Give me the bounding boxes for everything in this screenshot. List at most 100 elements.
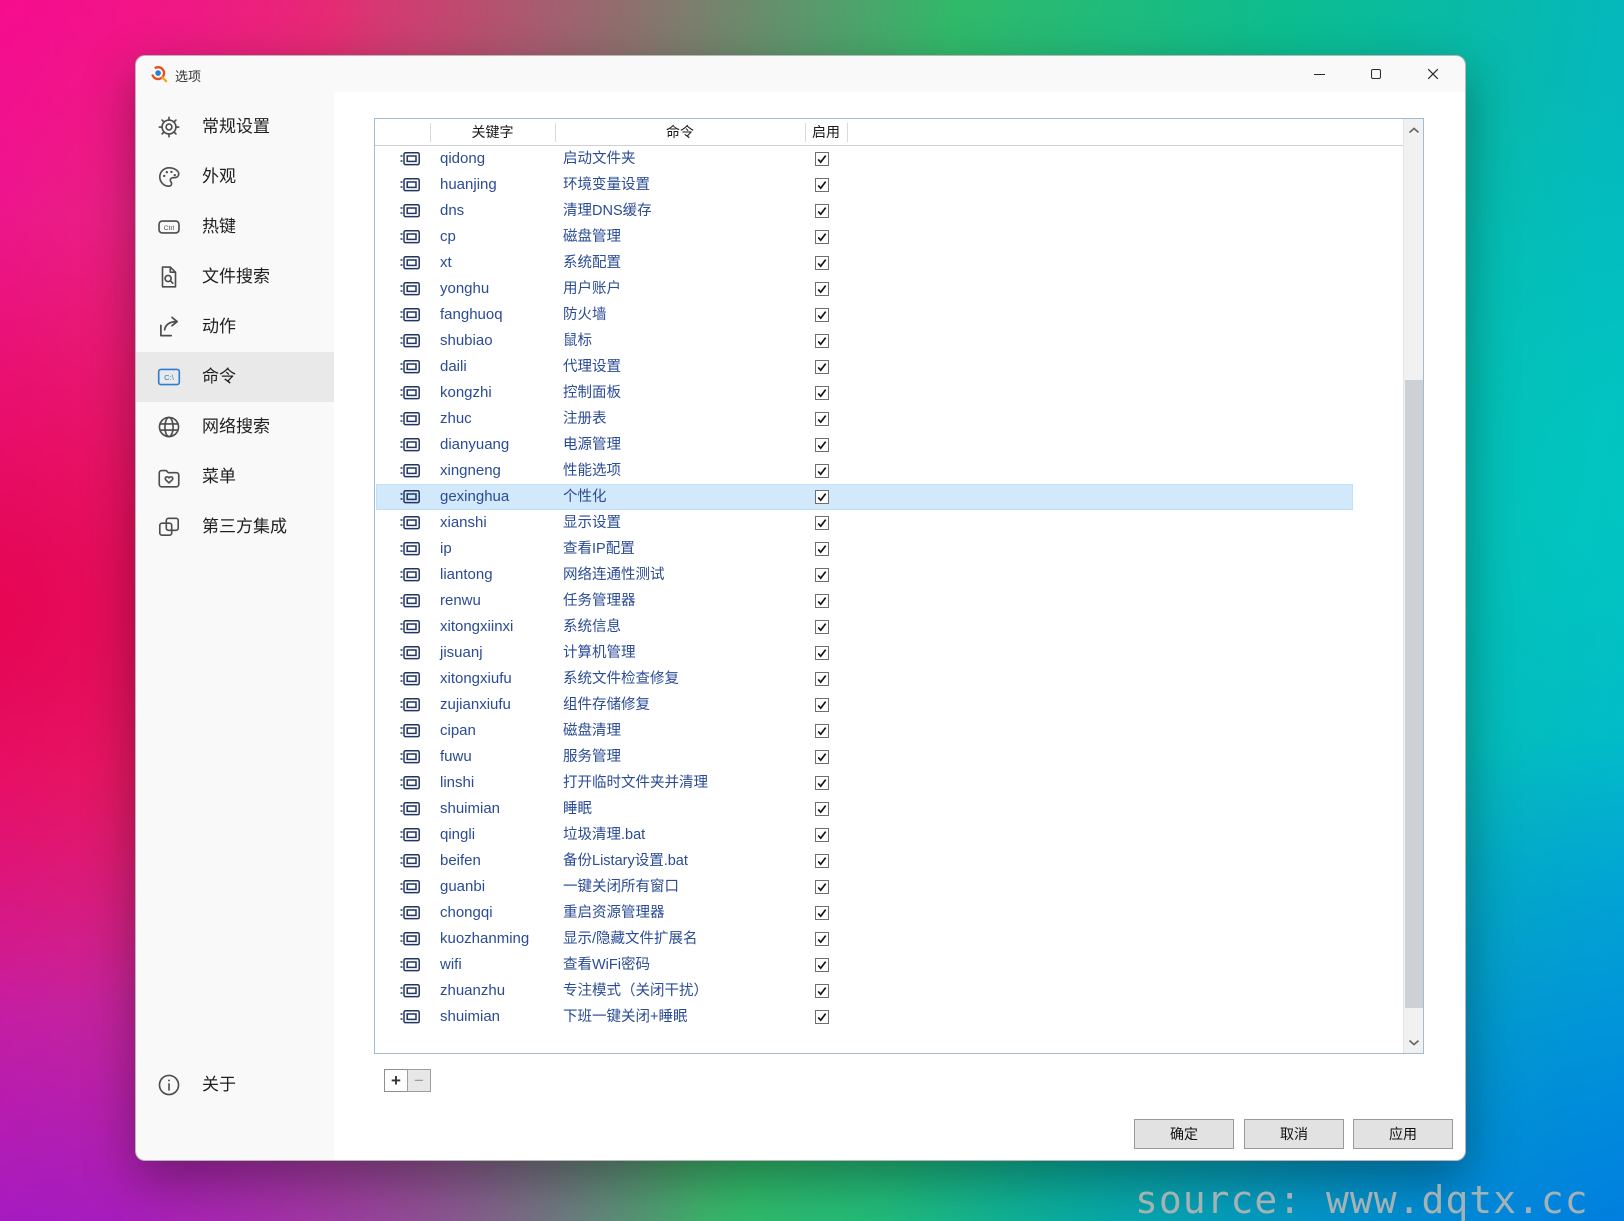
table-row[interactable]: dns 清理DNS缓存: [376, 198, 1353, 224]
sidebar-item-actions[interactable]: 动作: [136, 302, 334, 352]
row-enabled-checkbox[interactable]: [815, 256, 829, 270]
row-enabled-checkbox[interactable]: [815, 178, 829, 192]
table-row[interactable]: chongqi 重启资源管理器: [376, 900, 1353, 926]
row-enabled-checkbox[interactable]: [815, 646, 829, 660]
table-row[interactable]: xianshi 显示设置: [376, 510, 1353, 536]
table-row[interactable]: shuimian 下班一键关闭+睡眠: [376, 1004, 1353, 1030]
table-row[interactable]: gexinghua 个性化: [376, 484, 1353, 510]
row-enabled-checkbox[interactable]: [815, 334, 829, 348]
row-enabled-checkbox[interactable]: [815, 490, 829, 504]
table-row[interactable]: yonghu 用户账户: [376, 276, 1353, 302]
table-row[interactable]: linshi 打开临时文件夹并清理: [376, 770, 1353, 796]
row-enabled-checkbox[interactable]: [815, 620, 829, 634]
row-keyword: liantong: [440, 562, 493, 588]
table-row[interactable]: kuozhanming 显示/隐藏文件扩展名: [376, 926, 1353, 952]
row-enabled-checkbox[interactable]: [815, 724, 829, 738]
row-enabled-checkbox[interactable]: [815, 750, 829, 764]
row-enabled-checkbox[interactable]: [815, 906, 829, 920]
remove-command-button[interactable]: −: [407, 1069, 431, 1092]
row-enabled-checkbox[interactable]: [815, 984, 829, 998]
row-enabled-checkbox[interactable]: [815, 282, 829, 296]
row-command: 一键关闭所有窗口: [563, 874, 679, 900]
table-row[interactable]: qingli 垃圾清理.bat: [376, 822, 1353, 848]
row-enabled-checkbox[interactable]: [815, 776, 829, 790]
table-row[interactable]: fanghuoq 防火墙: [376, 302, 1353, 328]
row-enabled-checkbox[interactable]: [815, 880, 829, 894]
row-enabled-checkbox[interactable]: [815, 1010, 829, 1024]
table-row[interactable]: qidong 启动文件夹: [376, 146, 1353, 172]
cancel-button[interactable]: 取消: [1244, 1119, 1344, 1149]
row-enabled-checkbox[interactable]: [815, 568, 829, 582]
vertical-scrollbar[interactable]: [1403, 119, 1423, 1053]
table-row[interactable]: fuwu 服务管理: [376, 744, 1353, 770]
row-enabled-checkbox[interactable]: [815, 412, 829, 426]
row-enabled-checkbox[interactable]: [815, 854, 829, 868]
row-enabled-checkbox[interactable]: [815, 932, 829, 946]
sidebar-item-hotkeys[interactable]: Ctrl 热键: [136, 202, 334, 252]
command-row-icon: [400, 853, 421, 869]
table-row[interactable]: renwu 任务管理器: [376, 588, 1353, 614]
table-row[interactable]: liantong 网络连通性测试: [376, 562, 1353, 588]
row-enabled-checkbox[interactable]: [815, 464, 829, 478]
row-enabled-checkbox[interactable]: [815, 672, 829, 686]
add-command-button[interactable]: +: [384, 1069, 408, 1092]
scroll-up-button[interactable]: [1404, 119, 1424, 141]
table-row[interactable]: daili 代理设置: [376, 354, 1353, 380]
row-enabled-checkbox[interactable]: [815, 152, 829, 166]
sidebar-item-web-search[interactable]: 网络搜索: [136, 402, 334, 452]
table-row[interactable]: ip 查看IP配置: [376, 536, 1353, 562]
table-row[interactable]: zhuc 注册表: [376, 406, 1353, 432]
titlebar[interactable]: 选项: [136, 56, 1465, 92]
row-enabled-checkbox[interactable]: [815, 204, 829, 218]
sidebar-item-file-search[interactable]: 文件搜索: [136, 252, 334, 302]
minimize-button[interactable]: [1296, 58, 1342, 90]
table-row[interactable]: dianyuang 电源管理: [376, 432, 1353, 458]
row-enabled-checkbox[interactable]: [815, 698, 829, 712]
scroll-down-button[interactable]: [1404, 1031, 1424, 1053]
table-row[interactable]: cipan 磁盘清理: [376, 718, 1353, 744]
table-row[interactable]: zhuanzhu 专注模式（关闭干扰）: [376, 978, 1353, 1004]
row-enabled-checkbox[interactable]: [815, 828, 829, 842]
table-row[interactable]: guanbi 一键关闭所有窗口: [376, 874, 1353, 900]
row-enabled-checkbox[interactable]: [815, 230, 829, 244]
row-enabled-checkbox[interactable]: [815, 516, 829, 530]
sidebar-item-third-party[interactable]: 第三方集成: [136, 502, 334, 552]
row-enabled-checkbox[interactable]: [815, 386, 829, 400]
row-enabled-checkbox[interactable]: [815, 438, 829, 452]
table-row[interactable]: jisuanj 计算机管理: [376, 640, 1353, 666]
checkmark-icon: [816, 205, 828, 217]
sidebar-item-about[interactable]: 关于: [136, 1060, 334, 1110]
table-row[interactable]: xitongxiinxi 系统信息: [376, 614, 1353, 640]
table-row[interactable]: xingneng 性能选项: [376, 458, 1353, 484]
row-enabled-checkbox[interactable]: [815, 958, 829, 972]
table-row[interactable]: xt 系统配置: [376, 250, 1353, 276]
table-row[interactable]: wifi 查看WiFi密码: [376, 952, 1353, 978]
row-enabled-checkbox[interactable]: [815, 308, 829, 322]
sidebar-item-commands[interactable]: C:\ 命令: [136, 352, 334, 402]
checkmark-icon: [816, 335, 828, 347]
row-enabled-checkbox[interactable]: [815, 802, 829, 816]
table-row[interactable]: zujianxiufu 组件存储修复: [376, 692, 1353, 718]
sidebar-item-general-settings[interactable]: 常规设置: [136, 102, 334, 152]
table-row[interactable]: cp 磁盘管理: [376, 224, 1353, 250]
command-row-icon: [400, 957, 421, 973]
table-row[interactable]: beifen 备份Listary设置.bat: [376, 848, 1353, 874]
close-button[interactable]: [1410, 58, 1456, 90]
table-row[interactable]: kongzhi 控制面板: [376, 380, 1353, 406]
maximize-button[interactable]: [1353, 58, 1399, 90]
window-title: 选项: [175, 66, 201, 85]
sidebar-item-menus[interactable]: 菜单: [136, 452, 334, 502]
table-row[interactable]: shuimian 睡眠: [376, 796, 1353, 822]
row-enabled-checkbox[interactable]: [815, 360, 829, 374]
row-enabled-checkbox[interactable]: [815, 594, 829, 608]
scrollbar-thumb[interactable]: [1405, 380, 1423, 1008]
table-row[interactable]: huanjing 环境变量设置: [376, 172, 1353, 198]
row-enabled-checkbox[interactable]: [815, 542, 829, 556]
ok-button[interactable]: 确定: [1134, 1119, 1234, 1149]
apply-button[interactable]: 应用: [1353, 1119, 1453, 1149]
row-command: 鼠标: [563, 328, 592, 354]
sidebar-item-appearance[interactable]: 外观: [136, 152, 334, 202]
table-row[interactable]: shubiao 鼠标: [376, 328, 1353, 354]
row-command: 专注模式（关闭干扰）: [563, 978, 708, 1004]
table-row[interactable]: xitongxiufu 系统文件检查修复: [376, 666, 1353, 692]
